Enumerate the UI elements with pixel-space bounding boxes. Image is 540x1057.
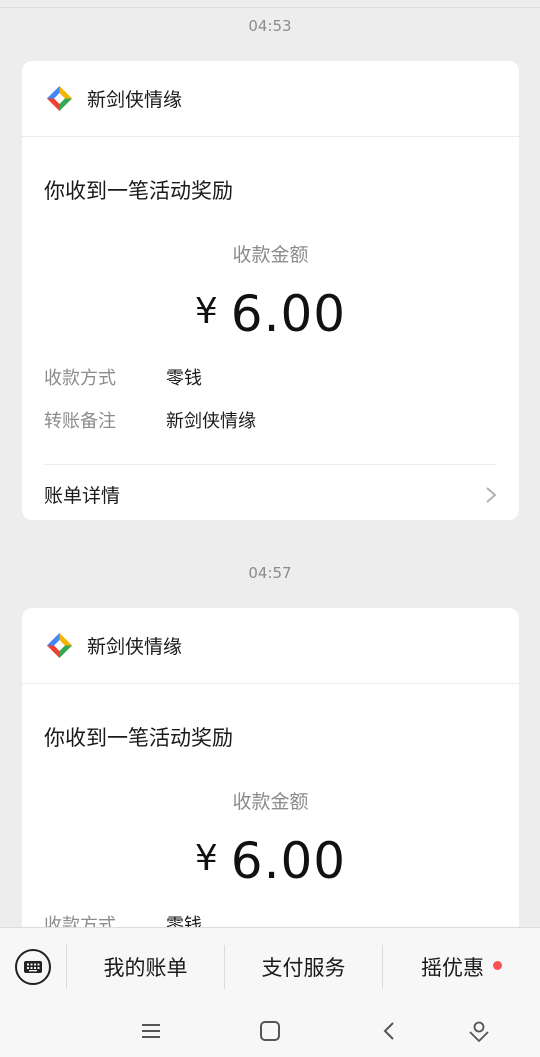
back-icon bbox=[383, 1022, 394, 1040]
message-timestamp: 04:57 bbox=[248, 564, 292, 582]
amount-value: ¥6.00 bbox=[22, 832, 519, 890]
amount-label: 收款金额 bbox=[232, 244, 309, 266]
keyboard-icon bbox=[15, 948, 51, 985]
tab-label: 我的账单 bbox=[103, 955, 188, 980]
field-value: 新剑侠情缘 bbox=[166, 411, 256, 432]
assistant-icon bbox=[469, 1021, 489, 1042]
payment-card[interactable]: 新剑侠情缘 你收到一笔活动奖励 收款金额 ¥6.00 收款方式 零钱 bbox=[22, 608, 519, 948]
system-navbar bbox=[0, 1005, 540, 1057]
menu-icon bbox=[142, 1024, 160, 1038]
chevron-right-icon bbox=[486, 486, 497, 503]
chat-viewport: 04:53 新剑侠情缘 你收到一笔活动奖励 收款金额 ¥6.00 收款方式 零钱… bbox=[0, 0, 540, 1057]
assistant-button[interactable] bbox=[467, 1019, 491, 1043]
notification-badge bbox=[493, 961, 502, 970]
bottom-tabbar: 我的账单 支付服务 摇优惠 bbox=[0, 927, 540, 1005]
app-logo-icon bbox=[46, 85, 73, 112]
field-row: 收款方式 零钱 bbox=[44, 364, 202, 390]
home-icon bbox=[260, 1021, 280, 1041]
detail-divider bbox=[44, 464, 497, 465]
currency-symbol: ¥ bbox=[194, 291, 219, 332]
bill-detail-label: 账单详情 bbox=[44, 485, 121, 507]
card-header: 新剑侠情缘 bbox=[22, 61, 519, 137]
app-logo-icon bbox=[46, 632, 73, 659]
bill-detail-link[interactable]: 账单详情 bbox=[44, 481, 497, 508]
card-title: 你收到一笔活动奖励 bbox=[44, 726, 233, 750]
tab-label: 摇优惠 bbox=[421, 955, 484, 980]
tab-my-bills[interactable]: 我的账单 bbox=[67, 928, 224, 1006]
tab-label: 支付服务 bbox=[261, 955, 346, 980]
menu-button[interactable] bbox=[139, 1019, 163, 1043]
amount-label: 收款金额 bbox=[232, 791, 309, 813]
message-timestamp: 04:53 bbox=[248, 17, 292, 35]
tab-shake-deals[interactable]: 摇优惠 bbox=[383, 928, 540, 1006]
home-button[interactable] bbox=[258, 1019, 282, 1043]
currency-symbol: ¥ bbox=[194, 838, 219, 879]
card-header: 新剑侠情缘 bbox=[22, 608, 519, 684]
sender-name: 新剑侠情缘 bbox=[87, 636, 183, 658]
field-value: 零钱 bbox=[166, 368, 202, 389]
payment-card[interactable]: 新剑侠情缘 你收到一笔活动奖励 收款金额 ¥6.00 收款方式 零钱 转账备注 … bbox=[22, 61, 519, 520]
field-label: 转账备注 bbox=[44, 411, 116, 432]
back-button[interactable] bbox=[377, 1019, 401, 1043]
top-divider bbox=[0, 7, 540, 8]
field-label: 收款方式 bbox=[44, 368, 116, 389]
amount-value: ¥6.00 bbox=[22, 285, 519, 343]
keyboard-toggle-button[interactable] bbox=[0, 928, 66, 1006]
tab-payment-services[interactable]: 支付服务 bbox=[225, 928, 382, 1006]
field-row: 转账备注 新剑侠情缘 bbox=[44, 407, 256, 433]
amount-number: 6.00 bbox=[230, 832, 347, 890]
sender-name: 新剑侠情缘 bbox=[87, 89, 183, 111]
card-title: 你收到一笔活动奖励 bbox=[44, 179, 233, 203]
amount-number: 6.00 bbox=[230, 285, 347, 343]
